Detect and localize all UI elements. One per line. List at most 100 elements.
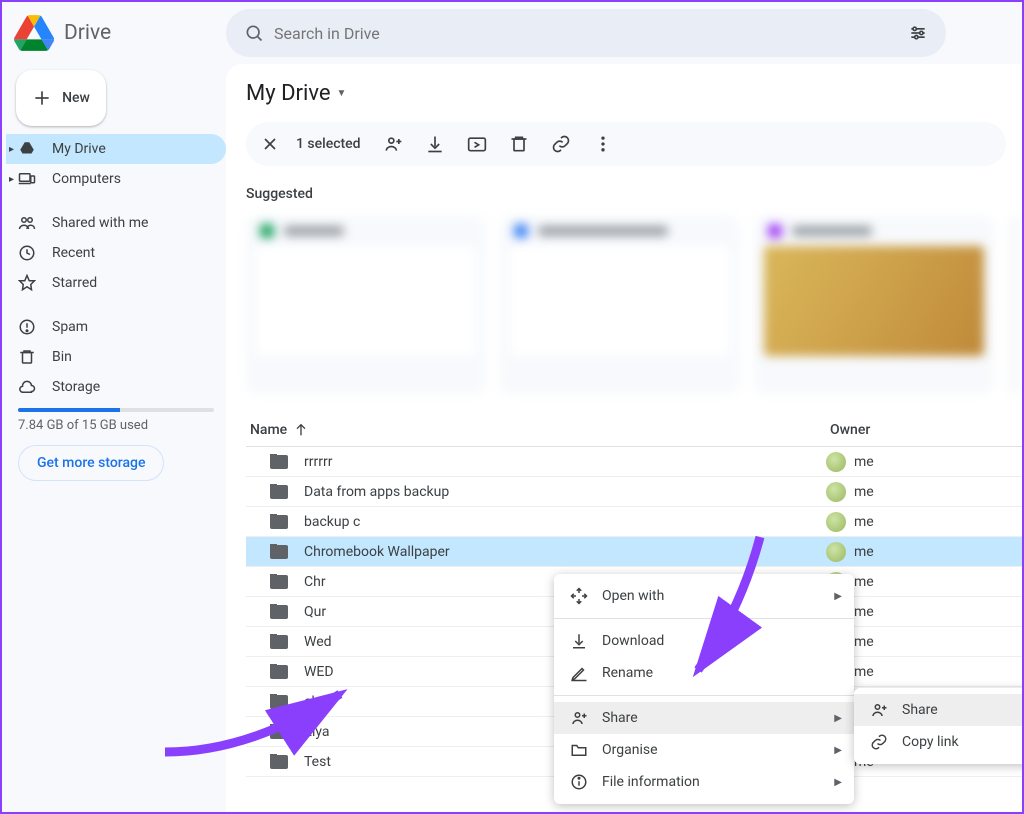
row-name: backup c — [246, 514, 826, 530]
ctx-label: Share — [902, 702, 938, 718]
filters-button[interactable] — [898, 13, 938, 53]
table-head: Name Owner — [246, 414, 1022, 447]
spam-icon — [18, 318, 36, 336]
more-button[interactable] — [583, 124, 623, 164]
trash-icon — [18, 348, 36, 366]
person-add-icon — [383, 134, 403, 154]
layout: New ▸ My Drive ▸ Computers Shared with m… — [2, 64, 1022, 812]
devices-icon — [18, 170, 36, 188]
ctx-label: File information — [602, 774, 700, 790]
suggested-card[interactable] — [1008, 216, 1022, 394]
ctx-file-info[interactable]: File information ▶ — [554, 766, 854, 798]
ctx-sub-copy-link[interactable]: Copy link — [854, 726, 1022, 758]
download-icon — [425, 134, 445, 154]
share-button[interactable] — [373, 124, 413, 164]
table-row[interactable]: Data from apps backup me — [246, 477, 1022, 507]
breadcrumb[interactable]: My Drive ▼ — [246, 78, 1022, 108]
clear-selection-button[interactable] — [250, 124, 290, 164]
sidebar-item-starred[interactable]: Starred — [6, 268, 226, 298]
info-icon — [570, 773, 588, 791]
sidebar-item-label: My Drive — [52, 141, 106, 157]
folder-icon — [270, 455, 288, 469]
col-owner-head[interactable]: Owner — [830, 422, 990, 438]
open-with-icon — [570, 587, 588, 605]
folder-icon — [270, 605, 288, 619]
folder-icon — [270, 635, 288, 649]
more-vert-icon — [593, 134, 613, 154]
sidebar-item-label: Recent — [52, 245, 95, 261]
search-bar — [226, 9, 946, 57]
sidebar-item-label: Starred — [52, 275, 97, 291]
sidebar-item-bin[interactable]: Bin — [6, 342, 226, 372]
suggested-card[interactable] — [246, 216, 486, 394]
chevron-right-icon: ▶ — [834, 777, 842, 788]
file-name: Data from apps backup — [304, 484, 449, 500]
drive-logo[interactable]: Drive — [2, 13, 226, 53]
row-name: rrrrrr — [246, 454, 826, 470]
table-row[interactable]: rrrrrr me — [246, 447, 1022, 477]
move-button[interactable] — [457, 124, 497, 164]
download-button[interactable] — [415, 124, 455, 164]
file-name: Chromebook Wallpaper — [304, 544, 450, 560]
table-row[interactable]: Chromebook Wallpaper me — [246, 537, 1022, 567]
sidebar-item-computers[interactable]: ▸ Computers — [6, 164, 226, 194]
folder-icon — [570, 741, 588, 759]
ctx-label: Rename — [602, 665, 653, 681]
link-button[interactable] — [541, 124, 581, 164]
folder-icon — [270, 515, 288, 529]
row-owner: me — [826, 542, 986, 562]
col-name-head[interactable]: Name — [250, 422, 830, 438]
trash-icon — [509, 134, 529, 154]
ctx-share[interactable]: Share ▶ — [554, 702, 854, 734]
sidebar-item-shared[interactable]: Shared with me — [6, 208, 226, 238]
nav-list: ▸ My Drive ▸ Computers Shared with me Re… — [6, 134, 226, 402]
download-icon — [570, 632, 588, 650]
search-icon — [244, 23, 264, 43]
folder-icon — [270, 485, 288, 499]
ctx-label: Copy link — [902, 734, 959, 750]
delete-button[interactable] — [499, 124, 539, 164]
search-input[interactable] — [274, 24, 898, 43]
suggested-card[interactable] — [500, 216, 740, 394]
sidebar-item-label: Bin — [52, 349, 72, 365]
sidebar-item-my-drive[interactable]: ▸ My Drive — [6, 134, 226, 164]
caret-icon: ▸ — [9, 144, 14, 155]
ctx-label: Organise — [602, 742, 658, 758]
clock-icon — [18, 244, 36, 262]
owner-label: me — [854, 484, 874, 500]
search-button[interactable] — [234, 13, 274, 53]
ctx-organise[interactable]: Organise ▶ — [554, 734, 854, 766]
owner-label: me — [854, 544, 874, 560]
avatar — [826, 512, 846, 532]
suggested-card[interactable] — [754, 216, 994, 394]
ctx-sub-share[interactable]: Share — [854, 694, 1022, 726]
get-storage-button[interactable]: Get more storage — [18, 445, 164, 481]
ctx-label: Download — [602, 633, 664, 649]
drive-small-icon — [18, 140, 36, 158]
owner-label: me — [854, 514, 874, 530]
table-row[interactable]: backup c me — [246, 507, 1022, 537]
storage-bar — [18, 408, 214, 412]
annotation-arrow — [680, 532, 780, 680]
chevron-right-icon: ▶ — [834, 713, 842, 724]
sidebar-item-label: Shared with me — [52, 215, 148, 231]
sidebar-item-recent[interactable]: Recent — [6, 238, 226, 268]
caret-down-icon: ▼ — [337, 88, 347, 99]
owner-label: me — [854, 574, 874, 590]
sidebar-item-label: Computers — [52, 171, 121, 187]
file-name: Chr — [304, 574, 326, 590]
sidebar-item-spam[interactable]: Spam — [6, 312, 226, 342]
folder-icon — [270, 545, 288, 559]
ctx-label: Share — [602, 710, 638, 726]
file-name: WED — [304, 664, 334, 680]
new-button[interactable]: New — [16, 70, 106, 126]
row-owner: me — [826, 512, 986, 532]
owner-label: me — [854, 604, 874, 620]
owner-label: me — [854, 454, 874, 470]
annotation-arrow — [160, 682, 360, 762]
section-suggested: Suggested — [246, 186, 1022, 202]
tune-icon — [908, 23, 928, 43]
avatar — [826, 452, 846, 472]
sidebar-item-storage[interactable]: Storage — [6, 372, 226, 402]
move-icon — [467, 134, 487, 154]
